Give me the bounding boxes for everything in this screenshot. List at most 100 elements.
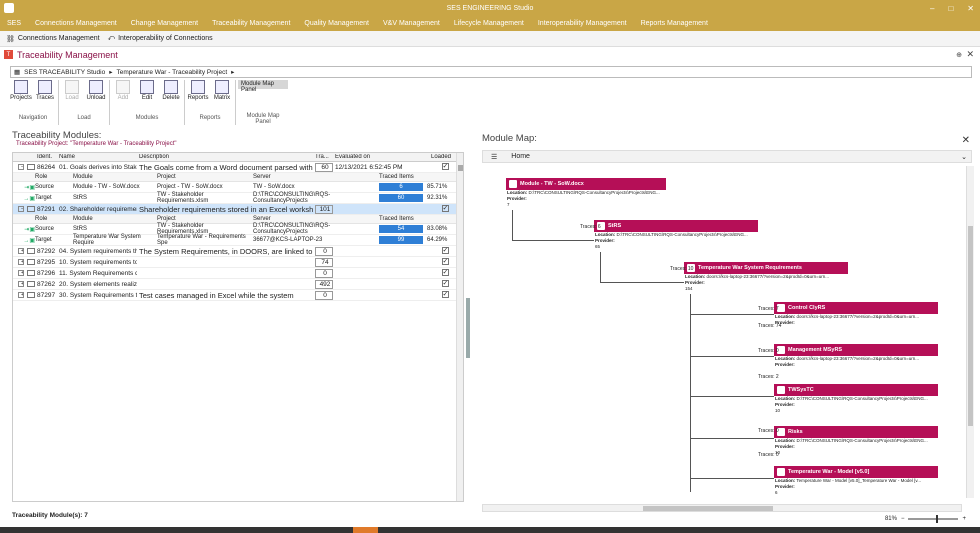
zoom-slider[interactable] [908,515,959,523]
collapse-icon[interactable]: − [18,164,24,170]
projects-button[interactable]: Projects [10,80,32,112]
pin-icon[interactable]: ⊕ [956,51,962,59]
menu-connections[interactable]: Connections Management [28,20,124,27]
home-breadcrumb[interactable]: Home [505,153,530,160]
loaded-checkbox[interactable] [441,279,449,287]
menu-reports[interactable]: Reports Management [634,20,715,27]
loaded-checkbox[interactable] [441,162,449,170]
maximize-icon[interactable]: □ [948,4,953,13]
loaded-checkbox[interactable] [441,268,449,276]
expand-icon[interactable]: + [18,248,24,254]
cell-id: 87262 [37,280,56,288]
menu-lifecycle[interactable]: Lifecycle Management [447,20,531,27]
delete-button[interactable]: Delete [160,80,182,112]
matrix-button[interactable]: Matrix [211,80,233,112]
table-row[interactable]: +8729204. System requirements thr...The … [13,246,463,257]
menu-interoperability[interactable]: Interoperability Management [531,20,634,27]
sub-col: Module [73,174,93,180]
close-icon[interactable]: ✕ [967,4,974,13]
chevron-down-icon[interactable]: ⌄ [961,153,967,161]
node-provider: 10 [775,408,781,413]
quick-connections-management[interactable]: ⛓ Connections Management [6,35,100,43]
expand-icon[interactable]: + [18,292,24,298]
ribbon-group-reports: Reports Matrix Reports [185,80,236,125]
cell-desc: Test cases managed in Excel while the sy… [139,290,294,300]
module-node[interactable]: Risks Location: D:\TRC\CONSULTING\RQS-Con… [774,426,938,456]
loaded-checkbox[interactable] [441,246,449,254]
module-node[interactable]: Module - TW - SoW.docx Location: D:\TRC\C… [506,178,666,208]
col-loaded[interactable]: Loaded [429,154,459,160]
provider-label: Provider: [775,402,795,407]
expand-icon[interactable]: + [18,259,24,265]
module-map-close-icon[interactable]: ✕ [962,135,970,146]
zoom-in-icon[interactable]: + [962,516,966,522]
cell-desc: The Goals come from a Word document pars… [139,162,313,172]
unload-button[interactable]: Unload [85,80,107,112]
module-node[interactable]: Temperature War - Model [v5.0] Location: … [774,466,938,496]
map-vertical-scrollbar[interactable] [966,166,974,498]
add-button[interactable]: Add [112,80,134,112]
breadcrumb[interactable]: ▦ SES TRACEABILITY Studio ▸ Temperature … [10,66,972,78]
sub-col: Project [157,174,176,180]
trace-label: Traces: 10 [670,266,694,272]
folder-icon [27,270,35,276]
table-row[interactable]: − 8729102. Shareholder requirement...Shar… [13,204,463,215]
grid-header: Ident. Name Description Tra... Evaluated… [13,153,463,162]
table-row[interactable]: +87295 10. System requirements to... 74 [13,257,463,268]
expand-icon[interactable]: + [18,281,24,287]
connector-line [690,294,691,492]
table-row[interactable]: +8729730. System Requirements te...Test … [13,290,463,301]
col-evaluated[interactable]: Evaluated on [333,154,429,160]
col-traces[interactable]: Tra... [313,154,333,160]
trace-label: Traces: 7 [758,306,779,312]
menu-icon[interactable]: ☰ [483,153,505,161]
module-map-panel-button[interactable]: Module Map Panel [238,80,288,93]
breadcrumb-project[interactable]: Temperature War - Traceability Project [116,69,227,76]
minimize-icon[interactable]: – [930,4,934,13]
cell-name: 10. System requirements to... [59,258,137,266]
map-horizontal-scrollbar[interactable] [482,504,962,512]
reports-button[interactable]: Reports [187,80,209,112]
traces-count: 74 [315,257,333,267]
edit-icon [140,80,154,94]
col-description[interactable]: Description [137,154,313,160]
taskbar-app[interactable] [353,527,378,533]
col-name[interactable]: Name [57,154,137,160]
pane-splitter[interactable] [466,298,470,358]
menu-ses[interactable]: SES [0,20,28,27]
module-map-canvas[interactable]: Module - TW - SoW.docx Location: D:\TRC\C… [482,166,972,498]
menu-vv[interactable]: V&V Management [376,20,447,27]
cell-id: 87297 [37,291,56,299]
folder-icon [27,164,35,170]
traces-button[interactable]: Traces [34,80,56,112]
module-node[interactable]: Management MSyRS Location: doors://kcs-la… [774,344,938,368]
breadcrumb-studio[interactable]: SES TRACEABILITY Studio [24,69,105,76]
zoom-out-icon[interactable]: − [901,516,905,522]
table-row[interactable]: − 8626401. Goals derives into Stake...The… [13,162,463,173]
module-node[interactable]: StRS Location: D:\TRC\CONSULTING\RQS-Cons… [594,220,758,250]
edit-button[interactable]: Edit [136,80,158,112]
load-button[interactable]: Load [61,80,83,112]
sub-project: Temperature War - Requirements Spe [157,234,246,246]
loaded-checkbox[interactable] [441,204,449,212]
menu-traceability[interactable]: Traceability Management [205,20,297,27]
module-node[interactable]: Temperature War System Requirements Locat… [684,262,848,292]
expand-icon[interactable]: + [18,270,24,276]
loaded-checkbox[interactable] [441,290,449,298]
col-ident[interactable]: Ident. [35,154,57,160]
collapse-icon[interactable]: − [18,206,24,212]
sub-row[interactable]: →▣ Target StRS TW - Stakeholder Requirement… [13,192,463,204]
menu-quality[interactable]: Quality Management [297,20,376,27]
loaded-checkbox[interactable] [441,257,449,265]
quick-access-bar: ⛓ Connections Management ⤺ Interoperabilit… [0,31,980,47]
menu-change[interactable]: Change Management [124,20,205,27]
grid-scrollbar[interactable] [456,153,463,501]
module-node[interactable]: TWSysTC Location: D:\TRC\CONSULTING\RQS-C… [774,384,938,414]
quick-interoperability[interactable]: ⤺ Interoperability of Connections [108,35,213,43]
table-row[interactable]: +8729611. System Requirements de... 0 [13,268,463,279]
sub-row[interactable]: →▣ Target Temperature War System Require Te… [13,234,463,246]
module-icon [777,386,785,394]
panel-close-icon[interactable]: ✕ [966,49,974,60]
module-node[interactable]: Control ClyRS Location: doors://kcs-lapto… [774,302,938,326]
table-row[interactable]: +8726220. System elements realize... 492 [13,279,463,290]
